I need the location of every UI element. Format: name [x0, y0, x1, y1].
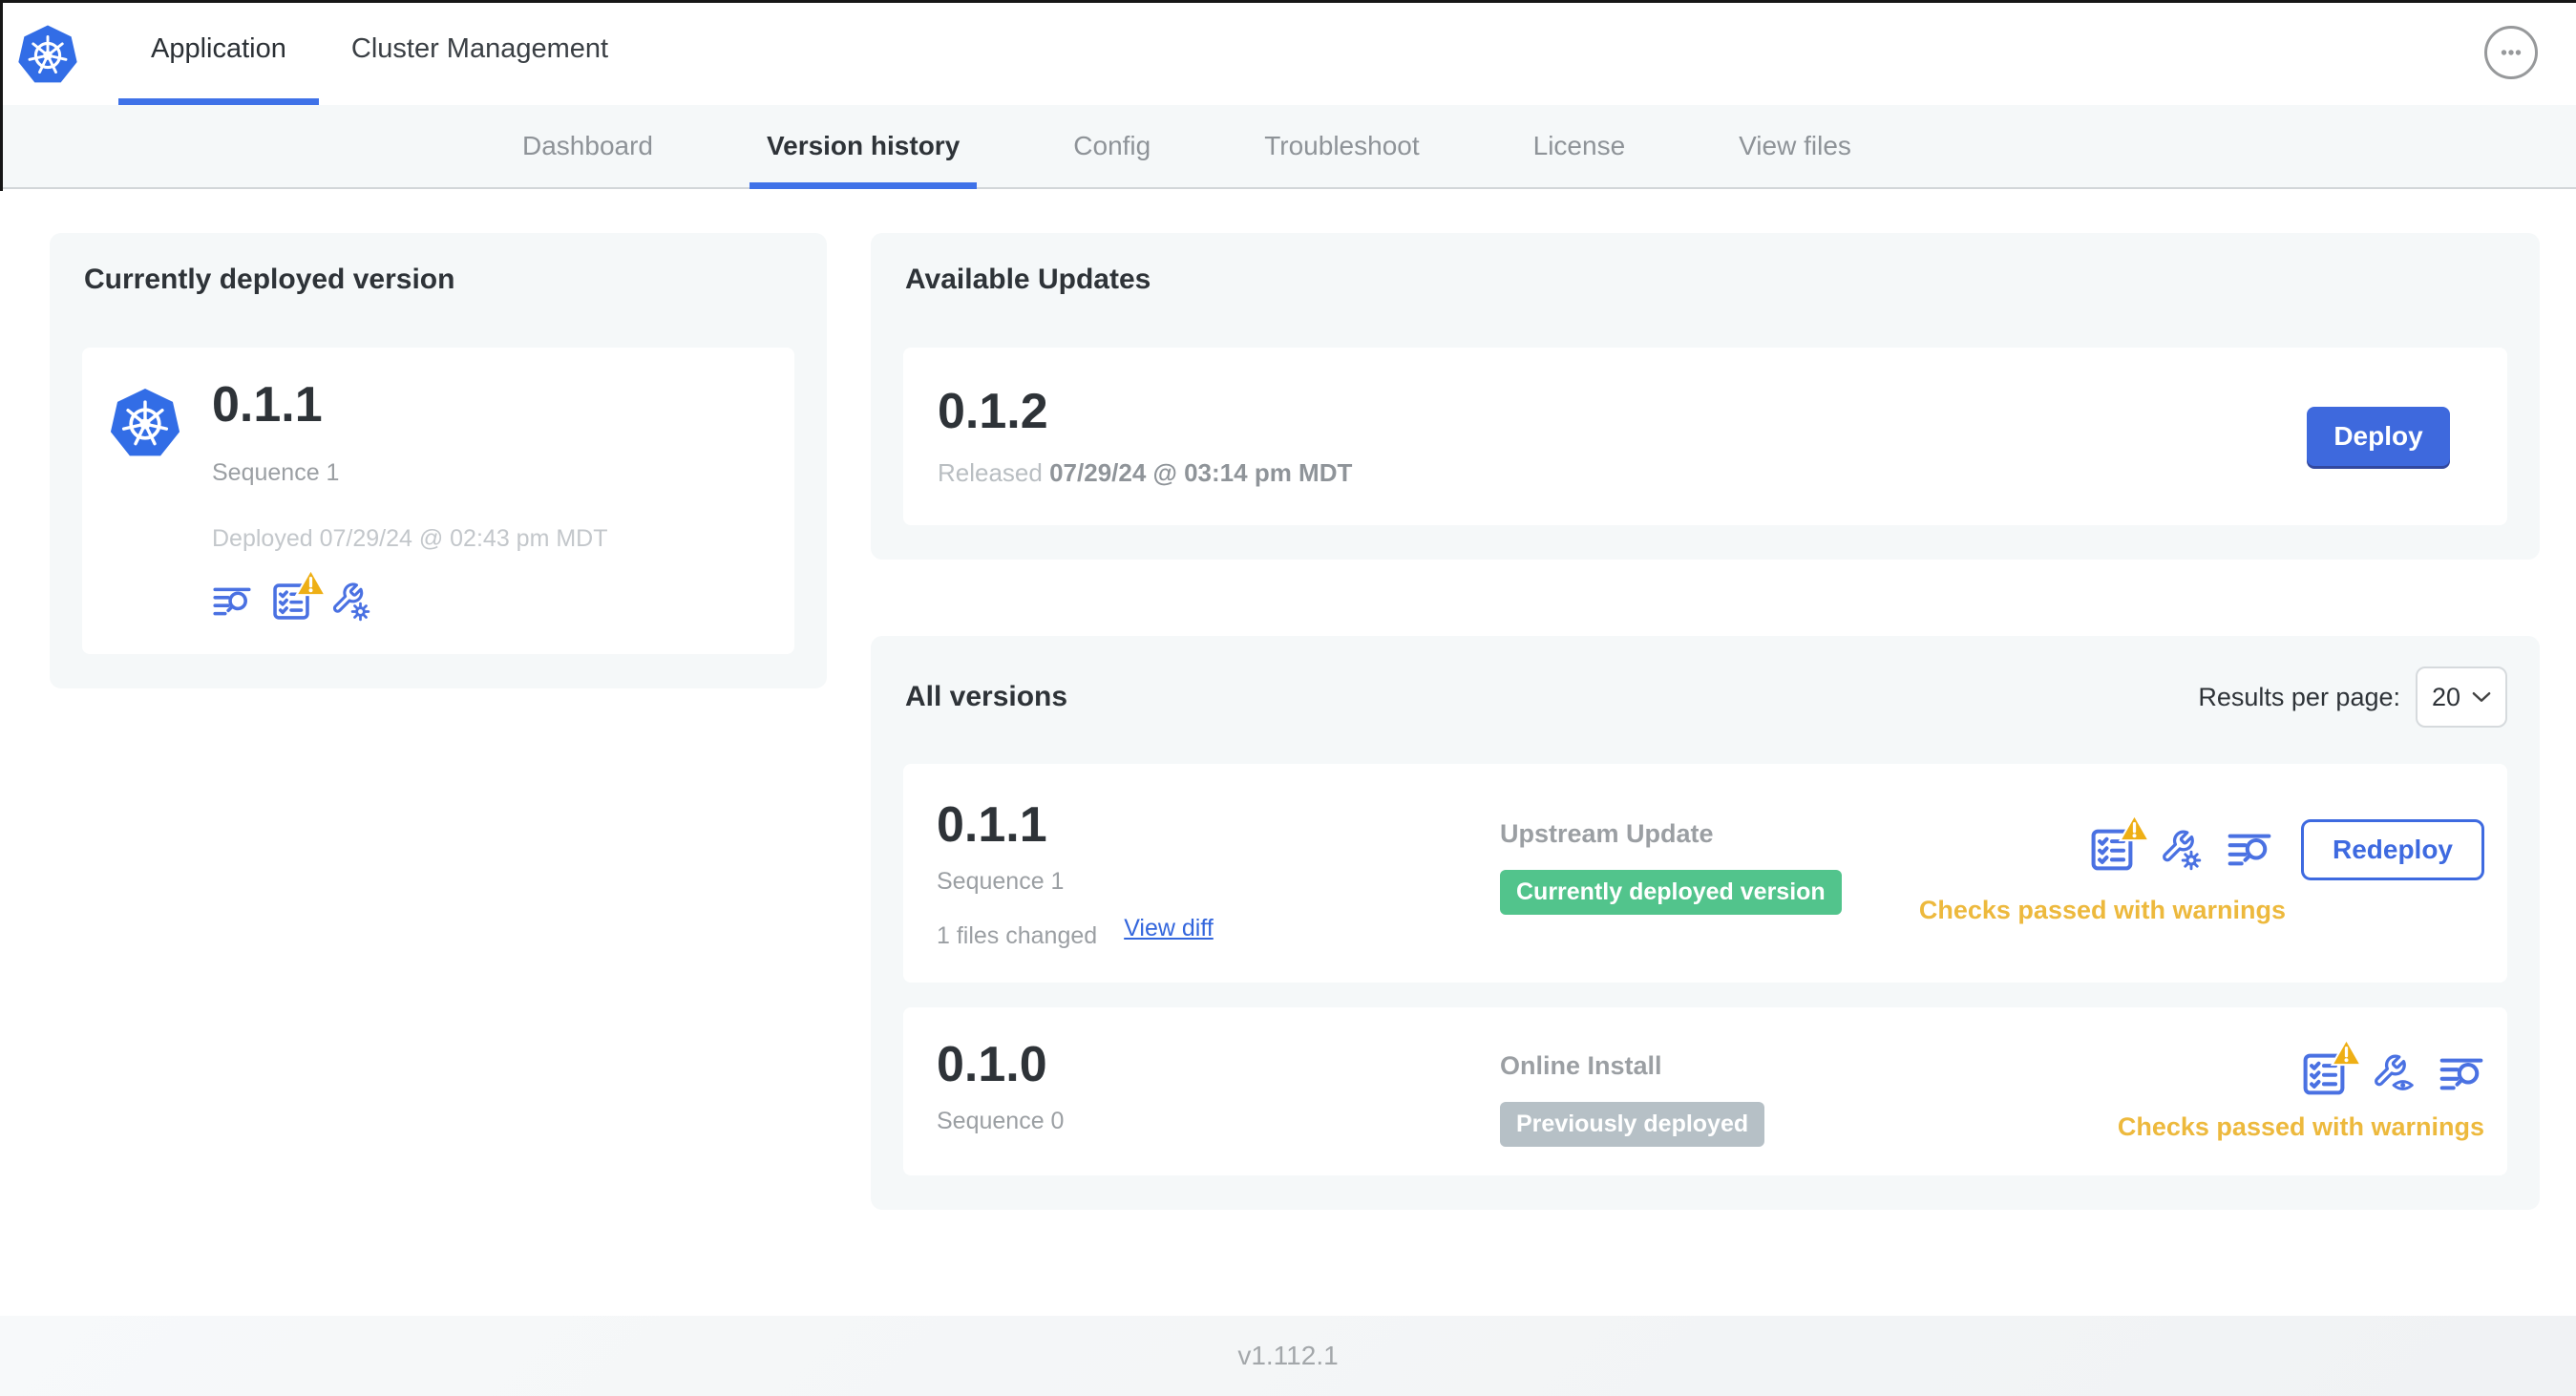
- deploy-button[interactable]: Deploy: [2307, 407, 2450, 466]
- subnav-tab-troubleshoot[interactable]: Troubleshoot: [1247, 105, 1436, 187]
- preflight-checks-warning-icon[interactable]: [271, 582, 311, 622]
- update-released-line: Released 07/29/24 @ 03:14 pm MDT: [938, 458, 1352, 488]
- version-row-info: 0.1.0 Sequence 0: [937, 1037, 1500, 1147]
- versions-column: Available Updates 0.1.2 Released 07/29/2…: [871, 233, 2540, 1211]
- files-changed-line: 1 files changed View diff: [937, 907, 1500, 950]
- currently-deployed-title: Currently deployed version: [84, 264, 455, 295]
- subnav-tab-license[interactable]: License: [1516, 105, 1643, 187]
- files-changed: 1 files changed: [937, 922, 1098, 950]
- subnav-tab-dashboard[interactable]: Dashboard: [505, 105, 670, 187]
- previously-deployed-badge: Previously deployed: [1500, 1102, 1765, 1148]
- results-per-page: Results per page: 20: [2198, 666, 2507, 728]
- version-row-actions: Checks passed with warnings: [2118, 1038, 2484, 1147]
- main-content: Currently deployed version 0.1.1 Sequenc…: [0, 189, 2576, 1316]
- tab-application-label: Application: [151, 33, 286, 64]
- tab-application[interactable]: Application: [118, 0, 319, 105]
- released-prefix: Released: [938, 458, 1043, 488]
- all-versions-header: All versions Results per page: 20: [903, 666, 2507, 728]
- currently-deployed-panel: Currently deployed version 0.1.1 Sequenc…: [50, 233, 827, 689]
- subnav-tab-config[interactable]: Config: [1056, 105, 1168, 187]
- subnav-tab-version-history[interactable]: Version history: [749, 105, 978, 189]
- footer: v1.112.1: [0, 1316, 2576, 1396]
- redeploy-button[interactable]: Redeploy: [2300, 819, 2484, 880]
- all-versions-panel: All versions Results per page: 20 0.1.1 …: [871, 636, 2540, 1211]
- available-update-card: 0.1.2 Released 07/29/24 @ 03:14 pm MDT D…: [903, 348, 2507, 525]
- version-row-source: Upstream Update Currently deployed versi…: [1500, 798, 1919, 950]
- deployed-version-info: 0.1.1 Sequence 1 Deployed 07/29/24 @ 02:…: [212, 377, 608, 622]
- released-date: 07/29/24 @ 03:14 pm MDT: [1049, 458, 1353, 488]
- version-row-0-1-1: 0.1.1 Sequence 1 1 files changed View di…: [903, 764, 2507, 984]
- row-sequence: Sequence 1: [937, 868, 1065, 896]
- view-config-icon[interactable]: [2372, 1053, 2414, 1095]
- app-logo: [17, 23, 78, 88]
- warning-triangle-icon: [295, 568, 327, 597]
- kubernetes-logo-icon: [17, 23, 78, 88]
- window-top-edge: [0, 0, 2576, 3]
- warning-triangle-icon: [2119, 814, 2150, 842]
- row-source-label: Online Install: [1500, 1051, 1662, 1081]
- app-icon: [109, 378, 181, 622]
- row-version-number: 0.1.1: [937, 797, 1047, 853]
- row-source-label: Upstream Update: [1500, 819, 1714, 848]
- update-version-number: 0.1.2: [938, 383, 1048, 439]
- preflight-checks-warning-icon[interactable]: [2301, 1051, 2347, 1097]
- row-sequence: Sequence 0: [937, 1108, 1065, 1135]
- diff-logs-icon[interactable]: [2439, 1051, 2484, 1097]
- app-subnav: Dashboard Version history Config Trouble…: [0, 105, 2576, 189]
- console-version: v1.112.1: [1237, 1341, 1339, 1370]
- available-updates-title: Available Updates: [905, 264, 1151, 295]
- results-per-page-label: Results per page:: [2198, 682, 2400, 711]
- preflight-checks-warning-icon[interactable]: [2089, 827, 2135, 873]
- version-row-actions: Redeploy Checks passed with warnings: [1919, 798, 2484, 950]
- current-version-column: Currently deployed version 0.1.1 Sequenc…: [50, 233, 827, 689]
- diff-logs-icon[interactable]: [2227, 827, 2272, 873]
- update-info: 0.1.2 Released 07/29/24 @ 03:14 pm MDT: [938, 383, 1352, 488]
- deployed-version-number: 0.1.1: [212, 377, 323, 433]
- view-diff-link[interactable]: View diff: [1124, 915, 1214, 942]
- preflight-status[interactable]: Checks passed with warnings: [1919, 896, 2286, 925]
- deployed-timestamp: Deployed 07/29/24 @ 02:43 pm MDT: [212, 525, 608, 553]
- overflow-menu-button[interactable]: [2484, 26, 2538, 79]
- all-versions-title: All versions: [905, 681, 1068, 712]
- preflight-status[interactable]: Checks passed with warnings: [2118, 1112, 2484, 1142]
- available-updates-panel: Available Updates 0.1.2 Released 07/29/2…: [871, 233, 2540, 560]
- admin-console-page: Application Cluster Management Dashboard…: [0, 0, 2576, 1396]
- warning-triangle-icon: [2331, 1038, 2362, 1067]
- version-row-0-1-0: 0.1.0 Sequence 0 Online Install Previous…: [903, 1007, 2507, 1176]
- window-left-edge: [0, 0, 3, 191]
- results-per-page-value: 20: [2431, 682, 2461, 711]
- chevron-down-icon: [2472, 691, 2491, 703]
- tab-cluster-management[interactable]: Cluster Management: [319, 0, 641, 105]
- currently-deployed-card: 0.1.1 Sequence 1 Deployed 07/29/24 @ 02:…: [82, 348, 794, 655]
- currently-deployed-badge: Currently deployed version: [1500, 870, 1842, 915]
- tab-cluster-management-label: Cluster Management: [350, 33, 609, 64]
- edit-config-icon[interactable]: [330, 582, 370, 622]
- kubernetes-logo-icon: [109, 386, 181, 462]
- version-row-source: Online Install Previously deployed: [1500, 1038, 2118, 1148]
- edit-config-icon[interactable]: [2160, 829, 2202, 871]
- deployed-sequence: Sequence 1: [212, 459, 340, 487]
- version-row-info: 0.1.1 Sequence 1 1 files changed View di…: [937, 797, 1500, 950]
- top-bar: Application Cluster Management: [0, 0, 2576, 105]
- results-per-page-select[interactable]: 20: [2416, 666, 2507, 728]
- row-version-number: 0.1.0: [937, 1037, 1047, 1093]
- diff-logs-icon[interactable]: [212, 582, 252, 622]
- subnav-tab-view-files[interactable]: View files: [1721, 105, 1869, 187]
- deployed-version-actions: [212, 582, 608, 622]
- ellipsis-icon: [2494, 35, 2528, 70]
